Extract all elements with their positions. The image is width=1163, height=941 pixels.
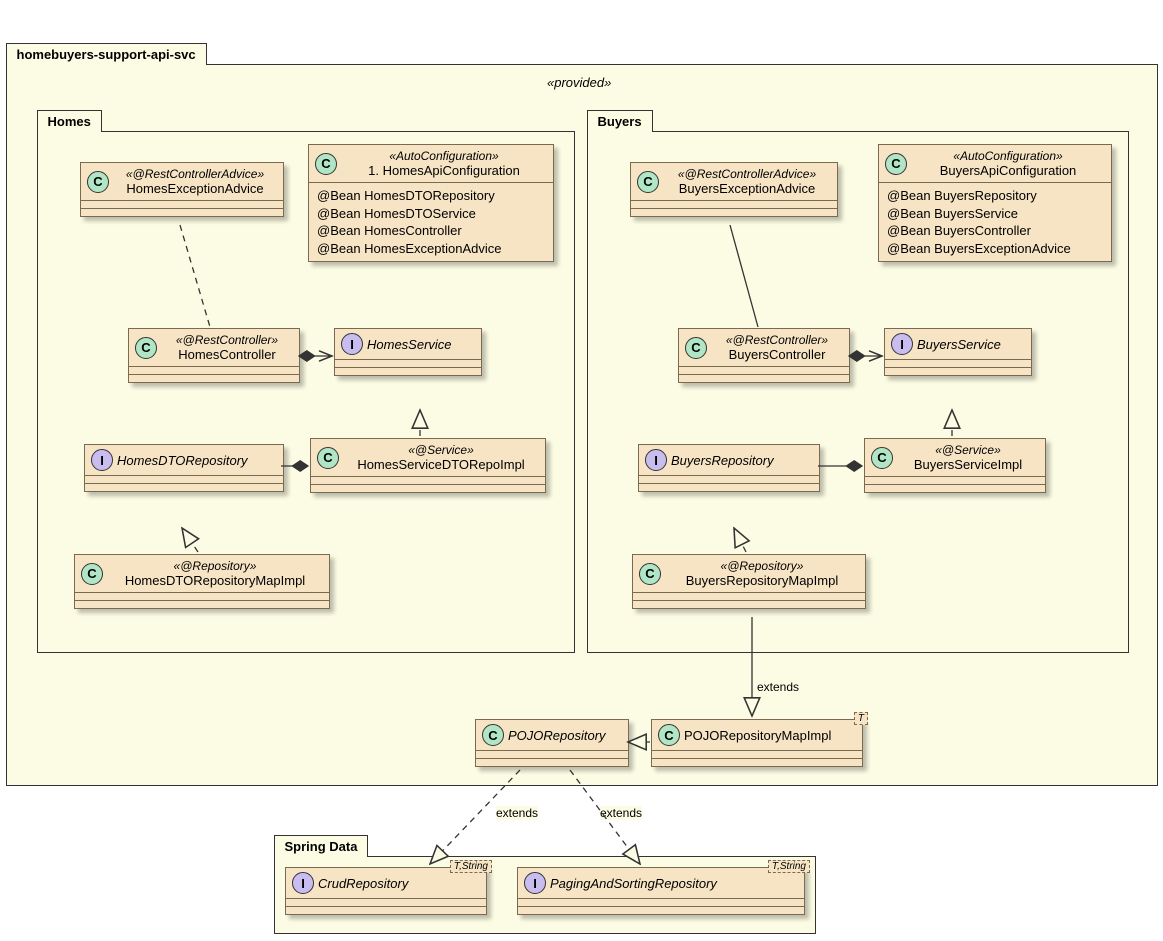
interface-icon: I [91, 449, 113, 471]
class-buyers-exception-advice: C «@RestControllerAdvice» BuyersExceptio… [630, 162, 838, 217]
type-param: T,String [450, 860, 492, 873]
beans-list: @Bean HomesDTORepository @Bean HomesDTOS… [309, 183, 553, 261]
class-icon: C [658, 724, 680, 746]
class-icon: C [639, 563, 661, 585]
type-param: T [854, 712, 868, 725]
interface-homes-dto-repository: I HomesDTORepository [84, 444, 284, 492]
class-icon: C [81, 563, 103, 585]
package-tab-spring: Spring Data [274, 835, 369, 857]
interface-icon: I [524, 872, 546, 894]
class-icon: C [482, 724, 504, 746]
interface-homes-service: I HomesService [334, 328, 482, 376]
type-param: T,String [768, 860, 810, 873]
interface-buyers-service: I BuyersService [884, 328, 1032, 376]
package-buyers: Buyers C «@RestControllerAdvice» BuyersE… [587, 131, 1129, 653]
label-extends-1: extends [757, 680, 799, 694]
interface-buyers-repository: I BuyersRepository [638, 444, 820, 492]
class-homes-service-impl: C «@Service» HomesServiceDTORepoImpl [310, 438, 546, 493]
class-icon: C [315, 153, 337, 175]
provided-stereotype: «provided» [547, 75, 611, 90]
beans-list: @Bean BuyersRepository @Bean BuyersServi… [879, 183, 1111, 261]
class-homes-controller: C «@RestController» HomesController [128, 328, 300, 383]
label-extends-2: extends [496, 806, 538, 820]
class-buyers-repo-impl: C «@Repository» BuyersRepositoryMapImpl [632, 554, 866, 609]
class-buyers-api-configuration: C «AutoConfiguration» BuyersApiConfigura… [878, 144, 1112, 262]
label-extends-3: extends [600, 806, 642, 820]
class-homes-exception-advice: C «@RestControllerAdvice» HomesException… [80, 162, 284, 217]
class-buyers-service-impl: C «@Service» BuyersServiceImpl [864, 438, 1046, 493]
package-tab-buyers: Buyers [587, 110, 653, 132]
package-tab-homes: Homes [37, 110, 102, 132]
interface-icon: I [292, 872, 314, 894]
class-icon: C [685, 337, 707, 359]
class-icon: C [871, 447, 893, 469]
class-pojo-repository: C POJORepository [475, 719, 629, 767]
class-homes-api-configuration: C «AutoConfiguration» 1. HomesApiConfigu… [308, 144, 554, 262]
interface-paging-repository: T,String I PagingAndSortingRepository [517, 867, 805, 915]
class-pojo-repository-map-impl: T C POJORepositoryMapImpl [651, 719, 863, 767]
interface-icon: I [645, 449, 667, 471]
class-buyers-controller: C «@RestController» BuyersController [678, 328, 850, 383]
class-icon: C [135, 337, 157, 359]
class-icon: C [637, 171, 659, 193]
package-outer: homebuyers-support-api-svc «provided» Ho… [6, 64, 1158, 786]
interface-icon: I [341, 333, 363, 355]
class-icon: C [885, 153, 907, 175]
class-icon: C [87, 171, 109, 193]
package-homes: Homes C «@RestControllerAdvice» HomesExc… [37, 131, 575, 653]
package-spring-data: Spring Data T,String I CrudRepository T,… [274, 856, 816, 934]
package-tab-outer: homebuyers-support-api-svc [6, 43, 207, 65]
class-icon: C [317, 447, 339, 469]
interface-crud-repository: T,String I CrudRepository [285, 867, 487, 915]
interface-icon: I [891, 333, 913, 355]
class-homes-repo-impl: C «@Repository» HomesDTORepositoryMapImp… [74, 554, 330, 609]
